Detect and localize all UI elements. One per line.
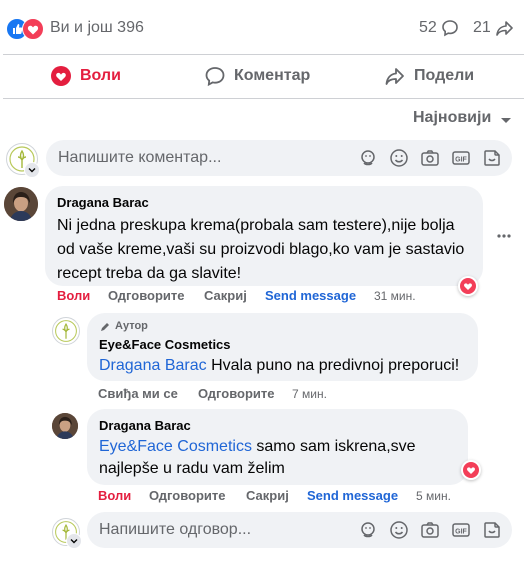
- camera-icon[interactable]: [420, 520, 440, 540]
- avatar[interactable]: [4, 187, 38, 221]
- comment-text: Ni jedna preskupa krema(probala sam test…: [57, 217, 465, 282]
- send-message-link[interactable]: Send message: [265, 288, 356, 303]
- pencil-icon: [99, 320, 111, 338]
- reply-link[interactable]: Одговорите: [149, 488, 226, 503]
- like-link[interactable]: Свиђа ми се: [98, 386, 178, 401]
- comments-count[interactable]: 52: [419, 18, 463, 40]
- gif-icon[interactable]: GIF: [451, 520, 471, 540]
- reply-text-body: Hvala puno na predivnoj preporuci!: [206, 357, 460, 374]
- reply-link[interactable]: Одговорите: [198, 386, 275, 401]
- send-message-link[interactable]: Send message: [307, 488, 398, 503]
- emoji-icon[interactable]: [389, 148, 409, 168]
- divider: [3, 98, 524, 99]
- share-icon: [495, 19, 515, 42]
- gif-icon[interactable]: GIF: [451, 148, 471, 168]
- avatar[interactable]: [52, 317, 80, 345]
- reply-author[interactable]: Dragana Barac: [99, 418, 191, 433]
- like-button-label: Воли: [80, 67, 121, 84]
- reply-input[interactable]: Напишите одговор... GIF: [87, 512, 512, 548]
- reply-link[interactable]: Одговорите: [108, 288, 185, 303]
- reaction-summary-text: Ви и још 396: [50, 19, 144, 36]
- sticker-icon[interactable]: [482, 520, 502, 540]
- reply-text: Eye&Face Cosmetics samo sam iskrena,sve …: [99, 436, 459, 480]
- sort-label: Најновији: [413, 109, 492, 126]
- heart-icon[interactable]: [458, 276, 478, 296]
- speech-bubble-icon: [204, 65, 226, 92]
- reply-input-placeholder: Напишите одговор...: [99, 521, 252, 538]
- divider: [3, 54, 524, 55]
- sticker-icon[interactable]: [482, 148, 502, 168]
- like-button[interactable]: Воли: [45, 62, 165, 90]
- heart-icon[interactable]: [461, 460, 481, 480]
- comment-timestamp[interactable]: 31 мин.: [374, 289, 416, 303]
- mention-link[interactable]: Eye&Face Cosmetics: [99, 438, 252, 455]
- reply-actions: Воли Одговорите Сакриј Send message 5 ми…: [98, 488, 498, 506]
- reply-timestamp[interactable]: 7 мин.: [292, 387, 327, 401]
- shares-count[interactable]: 21: [473, 18, 519, 40]
- avatar-sticker-icon[interactable]: [358, 520, 378, 540]
- avatar-sticker-icon[interactable]: [358, 148, 378, 168]
- avatar-chevron-icon: [66, 533, 82, 549]
- reply-author[interactable]: Eye&Face Cosmetics: [99, 337, 231, 352]
- svg-text:GIF: GIF: [455, 156, 467, 163]
- comment-actions: Воли Одговорите Сакриј Send message 31 м…: [57, 288, 457, 306]
- reply-bubble: Аутор Eye&Face Cosmetics Dragana Barac H…: [87, 313, 478, 381]
- sort-dropdown[interactable]: Најновији: [410, 107, 522, 131]
- comment-input[interactable]: Напишите коментар... GIF: [46, 140, 512, 176]
- comments-count-label: 52: [419, 19, 437, 36]
- mention-link[interactable]: Dragana Barac: [99, 357, 207, 374]
- hide-link[interactable]: Сакриј: [246, 488, 289, 503]
- share-button-label: Подели: [414, 67, 475, 84]
- hide-link[interactable]: Сакриј: [204, 288, 247, 303]
- comment-input-placeholder: Напишите коментар...: [58, 149, 222, 166]
- camera-icon[interactable]: [420, 148, 440, 168]
- author-badge: Аутор: [115, 320, 148, 332]
- chevron-down-icon: [500, 113, 512, 131]
- reply-timestamp[interactable]: 5 мин.: [416, 489, 451, 503]
- comment-bubble: Dragana Barac Ni jedna preskupa krema(pr…: [45, 186, 483, 286]
- heart-icon: [51, 66, 71, 91]
- avatar-chevron-icon: [24, 162, 40, 178]
- reply-text: Dragana Barac Hvala puno na predivnoj pr…: [99, 355, 459, 377]
- comment-author[interactable]: Dragana Barac: [57, 195, 149, 210]
- reply-bubble: Dragana Barac Eye&Face Cosmetics samo sa…: [87, 409, 468, 485]
- comment-button-label: Коментар: [234, 67, 311, 84]
- comment-icon: [441, 19, 459, 42]
- share-button[interactable]: Подели: [380, 62, 500, 90]
- svg-text:GIF: GIF: [455, 528, 467, 535]
- love-icon: [22, 18, 44, 40]
- reply-actions: Свиђа ми се Одговорите 7 мин.: [98, 386, 398, 404]
- shares-count-label: 21: [473, 19, 491, 36]
- share-arrow-icon: [384, 65, 406, 92]
- like-link[interactable]: Воли: [98, 488, 131, 503]
- avatar[interactable]: [52, 413, 78, 439]
- more-icon[interactable]: [496, 228, 512, 249]
- emoji-icon[interactable]: [389, 520, 409, 540]
- like-link[interactable]: Воли: [57, 288, 90, 303]
- comment-button[interactable]: Коментар: [200, 62, 340, 90]
